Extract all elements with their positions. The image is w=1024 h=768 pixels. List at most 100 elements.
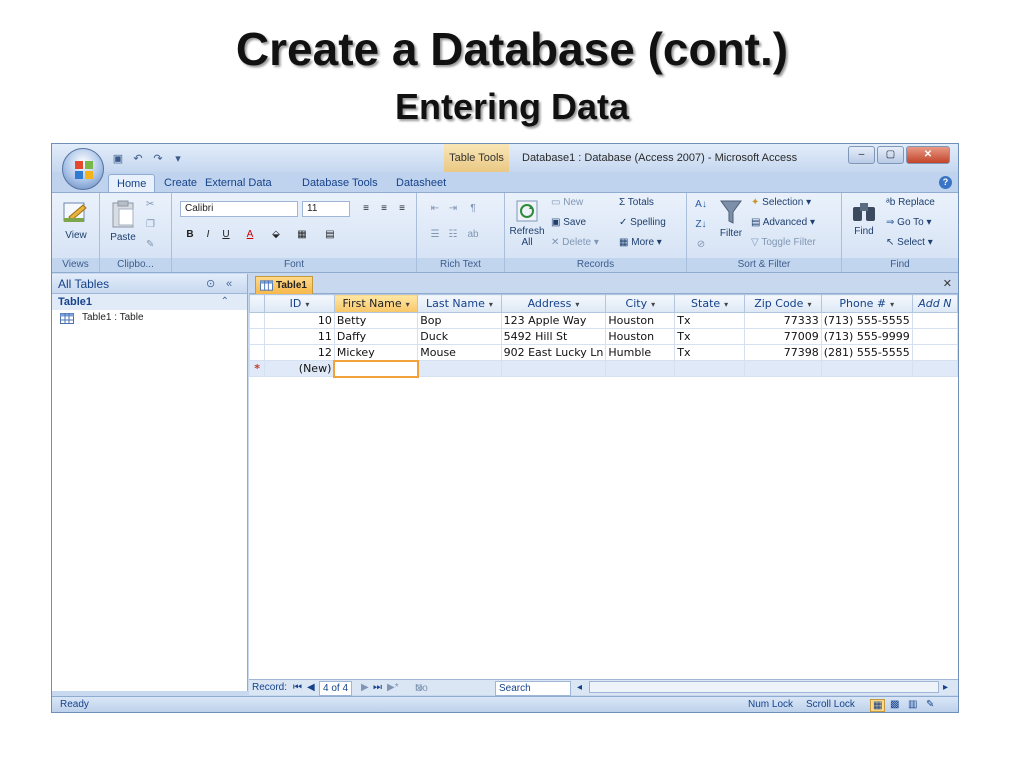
- cell-id[interactable]: 11: [264, 328, 335, 345]
- design-view-icon[interactable]: ✎: [926, 699, 934, 710]
- last-record-icon[interactable]: ⏭: [373, 681, 382, 694]
- filter-button[interactable]: Filter: [715, 199, 747, 239]
- shutter-bar-close-icon[interactable]: «: [226, 274, 232, 294]
- paste-button[interactable]: Paste: [106, 199, 140, 243]
- row-selector[interactable]: [248, 344, 266, 361]
- tab-datasheet[interactable]: Datasheet: [396, 174, 446, 192]
- decrease-indent-icon[interactable]: ⇤: [427, 201, 443, 217]
- nav-menu-chevron-icon[interactable]: ⊙: [206, 274, 215, 294]
- new-record-button[interactable]: ▭ New: [551, 197, 583, 208]
- current-record-input[interactable]: 4 of 4: [319, 681, 353, 696]
- font-name-select[interactable]: Calibri: [180, 201, 298, 217]
- cell-first-name[interactable]: Daffy: [333, 328, 419, 345]
- alt-row-color-icon[interactable]: ▤: [322, 227, 338, 243]
- close-button[interactable]: ✕: [906, 146, 950, 164]
- cell-city-new[interactable]: [605, 360, 676, 377]
- nav-item-table1[interactable]: Table1 : Table: [52, 310, 247, 326]
- view-button[interactable]: View: [58, 199, 94, 241]
- column-header-address[interactable]: Address ▾: [500, 294, 607, 313]
- scroll-left-icon[interactable]: ◂: [577, 681, 582, 694]
- spelling-button[interactable]: ✓ Spelling: [619, 217, 666, 228]
- help-icon[interactable]: ?: [939, 176, 952, 189]
- new-record-marker-icon[interactable]: *: [248, 360, 266, 377]
- cell-last-name-new[interactable]: [417, 360, 502, 377]
- increase-indent-icon[interactable]: ⇥: [445, 201, 461, 217]
- column-header-id[interactable]: ID ▾: [264, 294, 335, 313]
- dropdown-arrow-icon[interactable]: ▾: [651, 300, 655, 309]
- cell-state[interactable]: Tx: [674, 344, 745, 361]
- column-header-last-name[interactable]: Last Name ▾: [417, 294, 502, 313]
- office-button[interactable]: [62, 148, 104, 190]
- cell-phone[interactable]: (713) 555-5555: [820, 312, 913, 329]
- find-button[interactable]: Find: [846, 199, 882, 237]
- cell-address[interactable]: 123 Apple Way: [500, 312, 607, 329]
- sort-descending-icon[interactable]: Z↓: [693, 217, 709, 233]
- font-size-select[interactable]: 11: [302, 201, 350, 217]
- cell-state[interactable]: Tx: [674, 312, 745, 329]
- save-record-button[interactable]: ▣ Save: [551, 217, 586, 228]
- column-header-state[interactable]: State ▾: [674, 294, 745, 313]
- cell-state[interactable]: Tx: [674, 328, 745, 345]
- cell-phone-new[interactable]: [820, 360, 913, 377]
- cell-first-name-active[interactable]: [333, 359, 419, 378]
- new-blank-record-icon[interactable]: ▶*: [387, 681, 399, 694]
- column-header-zip-code[interactable]: Zip Code ▾: [743, 294, 822, 313]
- tab-database-tools[interactable]: Database Tools: [302, 174, 378, 192]
- italic-icon[interactable]: I: [200, 227, 216, 243]
- restore-button[interactable]: ▢: [877, 146, 904, 164]
- close-document-icon[interactable]: ✕: [943, 277, 952, 290]
- nav-group-table1[interactable]: Table1 ⌃: [52, 294, 247, 310]
- align-center-icon[interactable]: ≡: [376, 201, 392, 217]
- customize-qat-icon[interactable]: ▾: [170, 151, 186, 167]
- cut-icon[interactable]: ✂: [146, 199, 154, 210]
- align-right-icon[interactable]: ≡: [394, 201, 410, 217]
- left-to-right-icon[interactable]: ¶: [465, 201, 481, 217]
- format-painter-icon[interactable]: ✎: [146, 239, 154, 250]
- previous-record-icon[interactable]: ◀: [307, 681, 315, 694]
- cell-first-name[interactable]: Mickey: [333, 344, 419, 361]
- cell-id-new[interactable]: (New): [264, 360, 335, 377]
- cell-zip[interactable]: 77398: [743, 344, 822, 361]
- dropdown-arrow-icon[interactable]: ▾: [807, 300, 811, 309]
- numbering-icon[interactable]: ☰: [427, 227, 443, 243]
- column-header-phone[interactable]: Phone # ▾: [820, 294, 913, 313]
- column-header-first-name[interactable]: First Name ▾: [333, 294, 419, 313]
- cell-city[interactable]: Humble: [605, 344, 676, 361]
- totals-button[interactable]: Σ Totals: [619, 197, 654, 208]
- cell-last-name[interactable]: Duck: [417, 328, 502, 345]
- advanced-button[interactable]: ▤ Advanced ▾: [751, 217, 815, 228]
- bullets-icon[interactable]: ☷: [445, 227, 461, 243]
- more-button[interactable]: ▦ More ▾: [619, 237, 662, 248]
- cell-city[interactable]: Houston: [605, 328, 676, 345]
- horizontal-scrollbar[interactable]: [589, 681, 939, 693]
- collapse-group-icon[interactable]: ⌃: [221, 294, 229, 310]
- goto-button[interactable]: ⇒ Go To ▾: [886, 217, 931, 228]
- gridlines-icon[interactable]: ▦: [294, 227, 310, 243]
- dropdown-arrow-icon[interactable]: ▾: [575, 300, 579, 309]
- pivot-chart-view-icon[interactable]: ▥: [908, 699, 917, 710]
- search-input[interactable]: Search: [495, 681, 571, 696]
- cell-state-new[interactable]: [674, 360, 745, 377]
- highlight-icon[interactable]: ab: [465, 227, 481, 243]
- pivot-table-view-icon[interactable]: ▩: [890, 699, 899, 710]
- cell-id[interactable]: 12: [264, 344, 335, 361]
- selection-button[interactable]: ✦ Selection ▾: [751, 197, 811, 208]
- cell-add-new-new[interactable]: [911, 360, 958, 377]
- cell-address-new[interactable]: [500, 360, 607, 377]
- undo-icon[interactable]: ↶: [130, 151, 146, 167]
- copy-icon[interactable]: ❐: [146, 219, 155, 230]
- first-record-icon[interactable]: ⏮: [293, 681, 302, 694]
- datasheet-view-icon[interactable]: ▦: [870, 699, 886, 712]
- cell-add-new[interactable]: [911, 328, 958, 345]
- cell-zip[interactable]: 77009: [743, 328, 822, 345]
- tab-create[interactable]: Create: [164, 174, 197, 192]
- cell-last-name[interactable]: Mouse: [417, 344, 502, 361]
- dropdown-arrow-icon[interactable]: ▾: [890, 300, 894, 309]
- toggle-filter-button[interactable]: ▽ Toggle Filter: [751, 237, 816, 248]
- cell-phone[interactable]: (713) 555-9999: [820, 328, 913, 345]
- sort-ascending-icon[interactable]: A↓: [693, 197, 709, 213]
- minimize-button[interactable]: –: [848, 146, 875, 164]
- cell-last-name[interactable]: Bop: [417, 312, 502, 329]
- cell-address[interactable]: 902 East Lucky Ln: [500, 344, 607, 361]
- tab-external-data[interactable]: External Data: [205, 174, 272, 192]
